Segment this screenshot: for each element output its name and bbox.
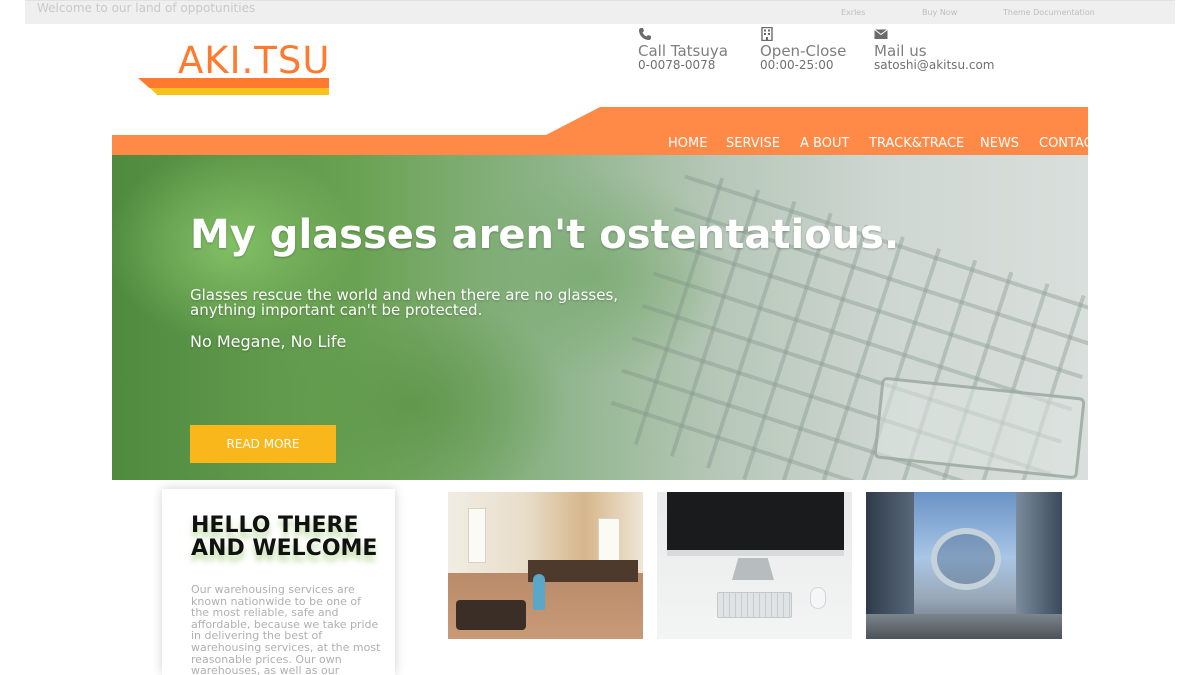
hours-value: 00:00-25:00 — [760, 58, 834, 72]
toplink-theme-documentation[interactable]: Theme Documentation — [1003, 8, 1095, 17]
welcome-card: HELLO THERE AND WELCOME Our warehousing … — [162, 489, 395, 675]
city-sculpture-photo[interactable] — [866, 492, 1062, 639]
desk-monitor — [667, 492, 844, 556]
envelope-icon — [874, 29, 888, 39]
hero-slider: My glasses aren't ostentatious. Glasses … — [112, 155, 1088, 480]
hero-tagline: No Megane, No Life — [190, 332, 347, 351]
desk-monitor-stand — [732, 558, 774, 580]
hero-title: My glasses aren't ostentatious. — [190, 212, 900, 258]
nav-item-about[interactable]: A BOUT — [800, 136, 849, 152]
desk-mouse — [810, 587, 826, 609]
toplink-buy-now[interactable]: Buy Now — [922, 8, 957, 17]
desk-computer-photo[interactable] — [657, 492, 852, 639]
logo-stripe-yellow — [150, 88, 329, 95]
welcome-heading-line-2: AND WELCOME — [191, 536, 378, 561]
logo-text: AKI.TSU — [178, 39, 331, 82]
phone-icon — [639, 28, 651, 40]
cafe-window — [468, 508, 486, 563]
nav-item-news[interactable]: NEWS — [980, 136, 1019, 152]
welcome-heading-line-1: HELLO THERE — [191, 513, 359, 538]
hero-subtitle: Glasses rescue the world and when there … — [190, 288, 618, 318]
nav-item-track-trace[interactable]: TRACK&TRACE — [869, 136, 964, 152]
nav-item-contact[interactable]: CONTACT — [1039, 136, 1088, 152]
desk-keyboard — [717, 592, 792, 618]
cafe-window — [598, 518, 620, 563]
cafe-person — [533, 574, 545, 610]
top-bar: Welcome to our land of oppotunities Exrl… — [25, 0, 1175, 24]
call-number[interactable]: 0-0078-0078 — [638, 58, 715, 72]
hero-subtitle-line-2: anything important can't be protected. — [190, 301, 483, 319]
main-nav: HOME SERVISE A BOUT TRACK&TRACE NEWS CON… — [112, 107, 1088, 155]
mail-address[interactable]: satoshi@akitsu.com — [874, 58, 995, 72]
city-ground — [866, 614, 1062, 639]
cafe-couch — [456, 600, 526, 630]
toplink-exrles[interactable]: Exrles — [841, 8, 865, 17]
site-logo[interactable]: AKI.TSU — [138, 40, 330, 98]
city-tower-right — [1016, 492, 1062, 622]
city-sculpture — [931, 528, 1001, 590]
nav-item-home[interactable]: HOME — [668, 136, 707, 152]
welcome-text: Welcome to our land of oppotunities — [37, 1, 256, 15]
cafe-interior-photo[interactable] — [448, 492, 643, 639]
read-more-button[interactable]: READ MORE — [190, 425, 336, 463]
city-tower-left — [866, 492, 914, 617]
welcome-heading: HELLO THERE AND WELCOME — [191, 514, 391, 560]
welcome-body: Our warehousing services are known natio… — [191, 583, 381, 675]
building-icon — [761, 27, 773, 41]
nav-item-servise[interactable]: SERVISE — [726, 136, 780, 152]
